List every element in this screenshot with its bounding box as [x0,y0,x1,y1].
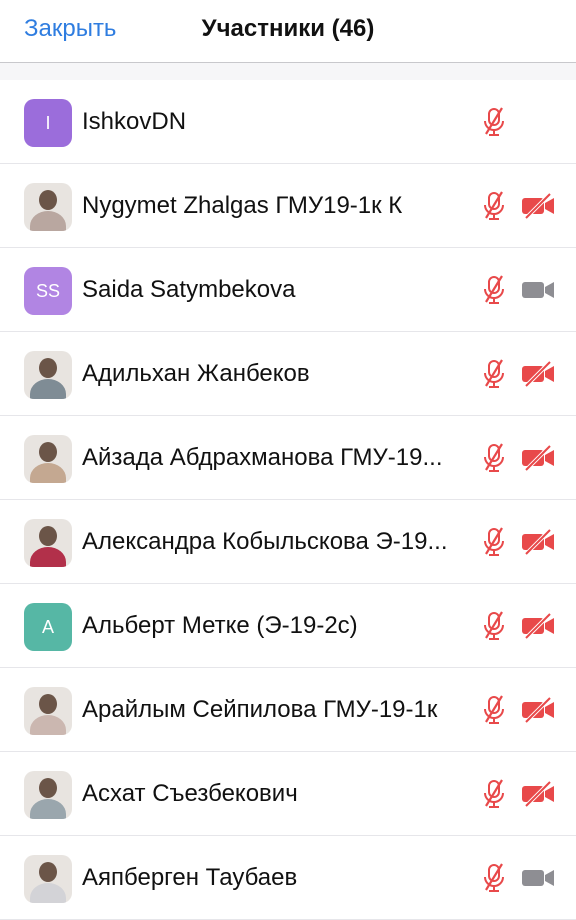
page-title: Участники (46) [0,14,576,44]
participant-name: Аяпберген Таубаев [82,864,298,891]
participants-list: I IshkovDN Nygymet Zhalgas ГМУ19-1к К SS Sai… [0,80,576,920]
avatar-photo-head [39,442,57,462]
participant-row[interactable]: Nygymet Zhalgas ГМУ19-1к К [0,164,576,248]
participant-status-icons [476,274,556,306]
video-off-icon [520,610,556,642]
avatar-initials: A [41,616,54,637]
mic-muted-icon [476,862,512,894]
participant-status-icons [476,526,556,558]
participant-status-icons [476,190,556,222]
no-video-placeholder [520,106,556,138]
participant-name: IshkovDN [82,108,187,135]
avatar [24,855,72,903]
avatar-photo-body [30,211,66,231]
participant-row[interactable]: SS Saida Satymbekova [0,248,576,332]
participant-row[interactable]: I IshkovDN [0,80,576,164]
participant-status-icons [476,106,556,138]
participant-status-icons [476,778,556,810]
avatar-photo-head [39,358,57,378]
participant-row[interactable]: Арайлым Сейпилова ГМУ-19-1к [0,668,576,752]
participant-name: Saida Satymbekova [82,276,296,303]
avatar-photo-body [30,547,66,567]
participant-name: Айзада Абдрахманова ГМУ-19... [82,444,443,471]
participant-row[interactable]: Адильхан Жанбеков [0,332,576,416]
video-off-icon [520,526,556,558]
mic-muted-icon [476,190,512,222]
participant-name: Арайлым Сейпилова ГМУ-19-1к [82,696,438,723]
participant-row[interactable]: A Альберт Метке (Э-19-2с) [0,584,576,668]
participants-title: Участники (46) [201,15,375,42]
video-on-icon [520,862,556,894]
avatar-photo-body [30,715,66,735]
video-on-icon [520,274,556,306]
avatar [24,519,72,567]
avatar-photo-body [30,379,66,399]
bottom-edge [0,911,576,917]
list-top-separator [0,63,576,80]
mic-muted-icon [476,442,512,474]
avatar-photo-head [39,862,57,882]
mic-muted-icon [476,526,512,558]
participant-status-icons [476,694,556,726]
mic-muted-icon [476,106,512,138]
avatar-photo-head [39,778,57,798]
top-bar: Закрыть Участники (46) [0,0,576,63]
avatar [24,771,72,819]
avatar [24,183,72,231]
avatar-photo-head [39,190,57,210]
mic-muted-icon [476,274,512,306]
avatar [24,435,72,483]
avatar-photo-body [30,883,66,903]
video-off-icon [520,442,556,474]
avatar-photo-head [39,526,57,546]
video-off-icon [520,778,556,810]
avatar: I [24,99,72,147]
participant-name: Асхат Съезбекович [82,780,298,807]
mic-muted-icon [476,358,512,390]
mic-muted-icon [476,610,512,642]
video-off-icon [520,190,556,222]
participant-name: Альберт Метке (Э-19-2с) [82,612,358,639]
participant-row[interactable]: Аяпберген Таубаев [0,836,576,920]
participant-row[interactable]: Асхат Съезбекович [0,752,576,836]
participant-status-icons [476,862,556,894]
avatar: SS [24,267,72,315]
avatar-initials: I [45,112,51,133]
participant-status-icons [476,610,556,642]
avatar [24,687,72,735]
participant-name: Адильхан Жанбеков [82,360,310,387]
avatar: A [24,603,72,651]
participant-status-icons [476,442,556,474]
avatar-photo-body [30,799,66,819]
avatar-initials: SS [35,280,60,301]
participant-status-icons [476,358,556,390]
participant-row[interactable]: Айзада Абдрахманова ГМУ-19... [0,416,576,500]
mic-muted-icon [476,778,512,810]
video-off-icon [520,694,556,726]
participant-name: Александра Кобыльскова Э-19... [82,528,448,555]
participant-row[interactable]: Александра Кобыльскова Э-19... [0,500,576,584]
video-off-icon [520,358,556,390]
avatar-photo-head [39,694,57,714]
mic-muted-icon [476,694,512,726]
avatar-photo-body [30,463,66,483]
participant-name: Nygymet Zhalgas ГМУ19-1к К [82,192,403,219]
avatar [24,351,72,399]
